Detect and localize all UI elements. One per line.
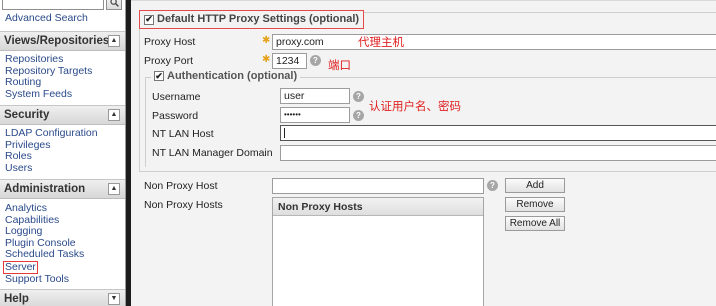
help-icon[interactable]: ?	[353, 91, 364, 102]
administration-list: Analytics Capabilities Logging Plugin Co…	[3, 202, 84, 286]
sidebar-item-scheduled-tasks[interactable]: Scheduled Tasks	[5, 248, 84, 261]
password-label: Password	[152, 110, 199, 122]
sidebar: Advanced Search Views/Repositories ▲ Rep…	[0, 0, 126, 306]
non-proxy-hosts-list[interactable]: Non Proxy Hosts	[272, 197, 484, 306]
section-header-security[interactable]: Security ▲	[0, 105, 125, 125]
proxy-port-input[interactable]: 1234	[272, 53, 307, 69]
security-list: LDAP Configuration Privileges Roles User…	[5, 127, 98, 175]
help-icon[interactable]: ?	[310, 55, 321, 66]
search-button[interactable]	[106, 0, 122, 10]
proxy-host-input[interactable]: proxy.com	[272, 34, 716, 50]
non-proxy-host-input[interactable]	[272, 178, 484, 194]
host-annotation: 代理主机	[358, 37, 404, 49]
add-button[interactable]: Add	[505, 178, 565, 193]
text-cursor	[284, 128, 285, 138]
credentials-annotation: 认证用户名、密码	[369, 101, 461, 113]
sidebar-item-users[interactable]: Users	[5, 162, 98, 175]
section-title: Security	[4, 109, 50, 121]
auth-enabled-checkbox[interactable]: ✔	[154, 71, 164, 81]
expand-arrow-icon[interactable]: ▼	[108, 293, 120, 305]
sidebar-item-ldap-configuration[interactable]: LDAP Configuration	[5, 127, 98, 140]
sidebar-search	[0, 0, 125, 12]
highlight-box: Server	[3, 260, 38, 274]
non-proxy-host-label: Non Proxy Host	[144, 180, 218, 192]
proxy-host-label: Proxy Host	[144, 36, 196, 48]
ntlan-host-input[interactable]	[280, 125, 716, 141]
port-annotation: 端口	[328, 60, 351, 72]
proxy-port-label: Proxy Port	[144, 55, 194, 67]
help-icon[interactable]: ?	[487, 180, 498, 191]
username-label: Username	[152, 91, 201, 103]
collapse-arrow-icon[interactable]: ▲	[108, 183, 120, 195]
sidebar-item-analytics[interactable]: Analytics	[5, 202, 84, 215]
remove-button[interactable]: Remove	[505, 197, 565, 212]
username-input[interactable]: user	[280, 88, 350, 104]
sidebar-item-system-feeds[interactable]: System Feeds	[5, 88, 92, 101]
required-star-icon: ✱	[262, 35, 271, 46]
sidebar-item-roles[interactable]: Roles	[5, 150, 98, 163]
search-input[interactable]	[2, 0, 104, 10]
non-proxy-hosts-label: Non Proxy Hosts	[144, 199, 223, 211]
section-title: Administration	[4, 183, 86, 195]
proxy-enabled-checkbox[interactable]: ✔	[144, 14, 154, 25]
sidebar-item-support-tools[interactable]: Support Tools	[5, 273, 84, 286]
collapse-arrow-icon[interactable]: ▲	[108, 109, 120, 121]
collapse-arrow-icon[interactable]: ▲	[108, 35, 120, 47]
proxy-legend: ✔ Default HTTP Proxy Settings (optional)	[139, 10, 365, 29]
list-header: Non Proxy Hosts	[273, 198, 483, 216]
section-header-administration[interactable]: Administration ▲	[0, 179, 125, 199]
ntlan-host-label: NT LAN Host	[152, 128, 214, 140]
section-header-help[interactable]: Help ▼	[0, 289, 125, 306]
required-star-icon: ✱	[262, 54, 271, 65]
sidebar-item-logging[interactable]: Logging	[5, 225, 84, 238]
ntlan-domain-label: NT LAN Manager Domain	[152, 147, 273, 159]
auth-legend-text: Authentication (optional)	[167, 70, 298, 82]
sidebar-item-server[interactable]: Server	[3, 260, 84, 274]
help-icon[interactable]: ?	[353, 110, 364, 121]
section-header-views-repositories[interactable]: Views/Repositories ▲	[0, 31, 125, 51]
auth-legend: ✔ Authentication (optional)	[151, 70, 301, 82]
sidebar-item-repositories[interactable]: Repositories	[5, 53, 92, 66]
section-title: Help	[4, 293, 29, 305]
views-repositories-list: Repositories Repository Targets Routing …	[5, 53, 92, 101]
search-icon	[109, 0, 119, 7]
proxy-legend-text: Default HTTP Proxy Settings (optional)	[157, 13, 360, 25]
ntlan-domain-input[interactable]	[280, 145, 716, 161]
sidebar-item-routing[interactable]: Routing	[5, 76, 92, 89]
section-title: Views/Repositories	[4, 35, 110, 47]
divider	[131, 0, 716, 3]
main-panel: ✔ Default HTTP Proxy Settings (optional)…	[131, 0, 716, 306]
advanced-search-link[interactable]: Advanced Search	[5, 12, 88, 25]
password-input[interactable]: ••••••	[280, 107, 350, 123]
remove-all-button[interactable]: Remove All	[505, 216, 565, 231]
